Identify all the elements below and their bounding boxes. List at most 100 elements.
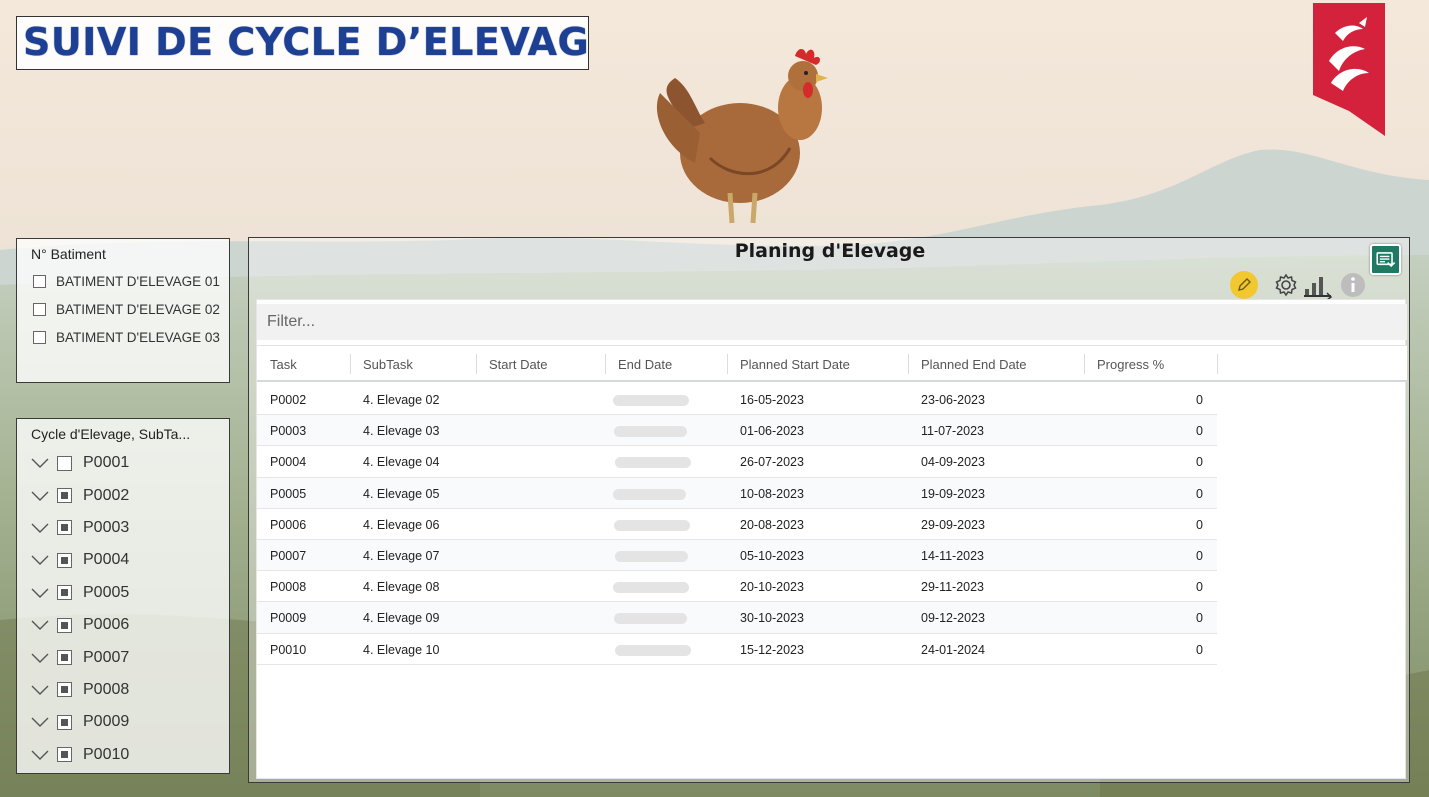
planned-start-cell: 10-08-2023 [740,486,804,501]
progress-cell: 0 [1196,486,1203,501]
cycle-checkbox[interactable] [57,682,72,698]
task-cell: P0006 [270,517,307,532]
cycle-item[interactable]: P0010 [17,739,229,771]
batiment-checkbox[interactable] [33,330,46,344]
column-header[interactable]: Progress % [1084,346,1217,381]
table-row[interactable]: P0002 4. Elevage 02 16-05-2023 23-06-2023 0 [257,384,1217,416]
chevron-down-icon[interactable] [31,554,49,566]
progress-cell: 0 [1196,424,1203,439]
cycle-checkbox[interactable] [57,552,72,568]
hen-image [656,49,828,224]
subtask-cell: 4. Elevage 09 [363,611,440,626]
chevron-down-icon[interactable] [31,522,49,534]
batiment-slicer-title: N° Batiment [31,246,106,262]
column-header[interactable]: Start Date [476,346,605,381]
batiment-label: BATIMENT D'ELEVAGE 03 [56,329,220,345]
end-date-redacted [613,488,686,500]
subtask-cell: 4. Elevage 05 [363,486,440,501]
planned-end-cell: 24-01-2024 [921,642,985,657]
end-date-redacted [614,426,687,438]
batiment-item[interactable]: BATIMENT D'ELEVAGE 01 [17,267,229,295]
cycle-checkbox[interactable] [57,455,72,471]
bar-chart-icon[interactable] [1303,271,1335,299]
info-icon[interactable] [1339,271,1367,299]
chevron-down-icon[interactable] [31,652,49,664]
planned-start-cell: 20-08-2023 [740,517,804,532]
planned-end-cell: 04-09-2023 [921,455,985,470]
subtask-cell: 4. Elevage 03 [363,424,440,439]
planned-start-cell: 05-10-2023 [740,549,804,563]
cycle-item[interactable]: P0003 [17,512,229,544]
task-cell: P0002 [270,393,307,407]
column-header[interactable]: Planned End Date [908,346,1084,381]
cycle-checkbox[interactable] [57,617,72,633]
task-cell: P0003 [270,424,307,439]
batiment-item[interactable]: BATIMENT D'ELEVAGE 03 [17,323,229,351]
planned-start-cell: 26-07-2023 [740,455,804,470]
cycle-checkbox[interactable] [57,585,72,601]
end-date-redacted [615,457,691,469]
chevron-down-icon[interactable] [31,457,49,469]
column-header[interactable]: SubTask [350,346,476,381]
cycle-item[interactable]: P0009 [17,706,229,738]
cycle-item[interactable]: P0005 [17,577,229,609]
progress-cell: 0 [1196,580,1203,595]
column-header[interactable]: Planned Start Date [727,346,908,381]
chevron-down-icon[interactable] [31,749,49,761]
table-row[interactable]: P0009 4. Elevage 09 30-10-2023 09-12-2023 0 [257,602,1217,634]
batiment-checkbox[interactable] [33,274,46,288]
chevron-down-icon[interactable] [31,619,49,631]
table-row[interactable]: P0007 4. Elevage 07 05-10-2023 14-11-2023 0 [257,540,1217,572]
planned-start-cell: 20-10-2023 [740,580,804,595]
column-separator[interactable] [1217,354,1218,374]
task-cell: P0009 [270,611,307,626]
cycle-label: P0001 [83,454,130,472]
cycle-item[interactable]: P0007 [17,641,229,673]
filter-input[interactable]: Filter... [257,304,1407,340]
column-header[interactable]: Task [257,346,350,381]
page-title: SUIVI DE CYCLE D’ELEVAGE [16,16,589,70]
chevron-down-icon[interactable] [31,716,49,728]
cycle-checkbox[interactable] [57,520,72,536]
export-icon [1376,252,1396,268]
pencil-icon[interactable] [1230,271,1258,299]
cycle-item[interactable]: P0006 [17,609,229,641]
cycle-item[interactable]: P0008 [17,674,229,706]
cycle-label: P0005 [83,583,130,601]
cycle-checkbox[interactable] [57,650,72,666]
chevron-down-icon[interactable] [31,490,49,502]
chevron-down-icon[interactable] [31,684,49,696]
progress-cell: 0 [1196,549,1203,563]
gear-icon[interactable] [1272,271,1300,299]
cycle-label: P0009 [83,713,130,731]
column-header[interactable]: End Date [605,346,727,381]
progress-cell: 0 [1196,642,1203,657]
end-date-redacted [613,395,689,406]
table-row[interactable]: P0005 4. Elevage 05 10-08-2023 19-09-2023 0 [257,477,1217,509]
planned-start-cell: 30-10-2023 [740,611,804,626]
table-row[interactable]: P0008 4. Elevage 08 20-10-2023 29-11-2023 0 [257,571,1217,603]
progress-cell: 0 [1196,393,1203,407]
export-button[interactable] [1370,244,1401,275]
planning-visual: Planing d'Elevage Filter... Task SubTask S… [248,237,1410,783]
cycle-checkbox[interactable] [57,714,72,730]
cycle-item[interactable]: P0001 [17,447,229,479]
cycle-item[interactable]: P0004 [17,544,229,576]
subtask-cell: 4. Elevage 02 [363,393,440,407]
cycle-label: P0003 [83,518,130,536]
task-cell: P0008 [270,580,307,595]
table-row[interactable]: P0003 4. Elevage 03 01-06-2023 11-07-2023 0 [257,415,1217,447]
table-row[interactable]: P0004 4. Elevage 04 26-07-2023 04-09-2023 0 [257,446,1217,478]
cycle-label: P0007 [83,648,130,666]
batiment-checkbox[interactable] [33,302,46,316]
batiment-item[interactable]: BATIMENT D'ELEVAGE 02 [17,295,229,323]
batiment-label: BATIMENT D'ELEVAGE 01 [56,273,220,289]
planned-end-cell: 29-09-2023 [921,517,985,532]
cycle-checkbox[interactable] [57,747,72,763]
table-row[interactable]: P0010 4. Elevage 10 15-12-2023 24-01-2024 0 [257,634,1217,665]
chevron-down-icon[interactable] [31,587,49,599]
grid-header: Task SubTask Start Date End Date Planned Sta… [257,345,1407,382]
table-row[interactable]: P0006 4. Elevage 06 20-08-2023 29-09-2023 0 [257,509,1217,540]
cycle-item[interactable]: P0002 [17,479,229,511]
cycle-checkbox[interactable] [57,488,72,504]
